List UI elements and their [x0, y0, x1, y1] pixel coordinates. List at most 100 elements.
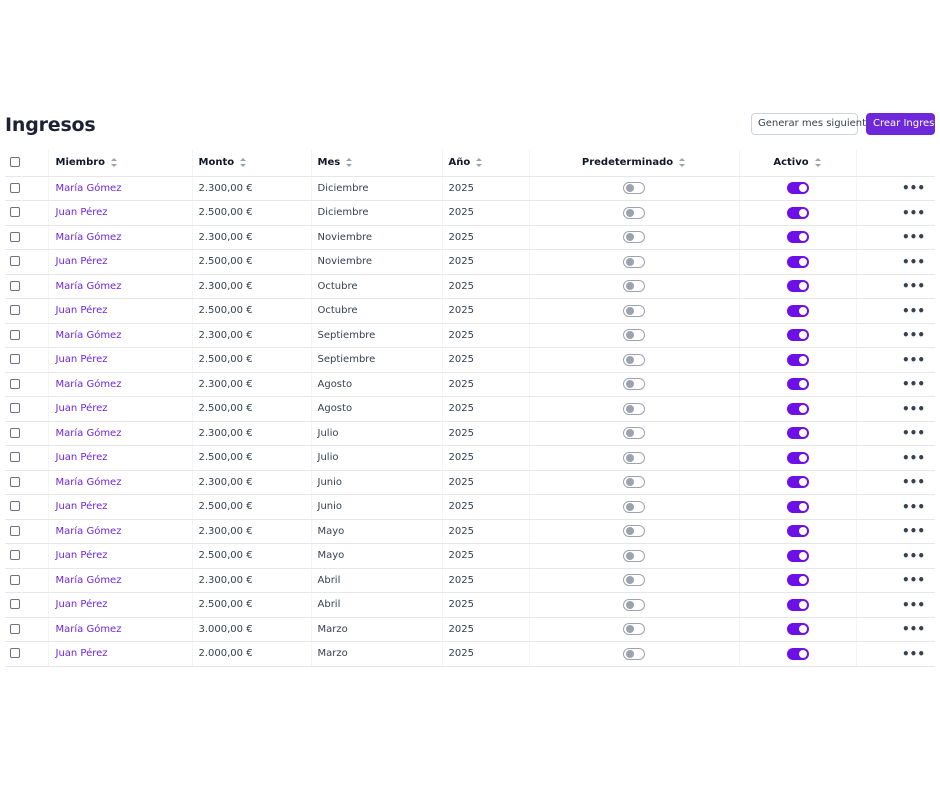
- ellipsis-icon[interactable]: •••: [902, 402, 925, 416]
- sort-icon[interactable]: [679, 157, 686, 167]
- ellipsis-icon[interactable]: •••: [902, 255, 925, 269]
- member-link[interactable]: María Gómez: [56, 330, 122, 341]
- active-toggle[interactable]: [786, 427, 809, 440]
- default-toggle[interactable]: [623, 402, 645, 415]
- row-checkbox[interactable]: [10, 599, 20, 610]
- ellipsis-icon[interactable]: •••: [902, 206, 925, 220]
- member-link[interactable]: María Gómez: [56, 477, 122, 488]
- select-all-checkbox[interactable]: [10, 157, 20, 168]
- member-link[interactable]: Juan Pérez: [56, 550, 108, 561]
- default-toggle[interactable]: [623, 280, 645, 293]
- row-checkbox[interactable]: [10, 231, 20, 242]
- create-income-button[interactable]: Crear Ingreso: [866, 113, 940, 135]
- default-toggle[interactable]: [623, 451, 645, 464]
- row-checkbox[interactable]: [10, 403, 20, 414]
- active-toggle[interactable]: [786, 476, 809, 489]
- member-link[interactable]: María Gómez: [56, 575, 122, 586]
- default-toggle[interactable]: [623, 427, 645, 440]
- active-toggle[interactable]: [786, 574, 809, 587]
- member-link[interactable]: Juan Pérez: [56, 599, 108, 610]
- row-checkbox[interactable]: [10, 182, 20, 193]
- ellipsis-icon[interactable]: •••: [902, 304, 925, 318]
- active-toggle[interactable]: [786, 549, 809, 562]
- member-link[interactable]: María Gómez: [56, 624, 122, 635]
- row-checkbox[interactable]: [10, 550, 20, 561]
- member-link[interactable]: Juan Pérez: [56, 403, 108, 414]
- active-toggle[interactable]: [786, 451, 809, 464]
- ellipsis-icon[interactable]: •••: [902, 426, 925, 440]
- ellipsis-icon[interactable]: •••: [902, 500, 925, 514]
- default-toggle[interactable]: [623, 353, 645, 366]
- ellipsis-icon[interactable]: •••: [902, 181, 925, 195]
- row-checkbox[interactable]: [10, 329, 20, 340]
- default-toggle[interactable]: [623, 476, 645, 489]
- active-toggle[interactable]: [786, 280, 809, 293]
- row-checkbox[interactable]: [10, 501, 20, 512]
- default-toggle[interactable]: [623, 206, 645, 219]
- default-toggle[interactable]: [623, 255, 645, 268]
- member-link[interactable]: María Gómez: [56, 183, 122, 194]
- column-header-month[interactable]: Mes: [310, 150, 442, 177]
- sort-icon[interactable]: [346, 157, 353, 167]
- member-link[interactable]: María Gómez: [56, 379, 122, 390]
- member-link[interactable]: María Gómez: [56, 526, 122, 537]
- ellipsis-icon[interactable]: •••: [902, 647, 925, 661]
- member-link[interactable]: Juan Pérez: [56, 256, 108, 267]
- default-toggle[interactable]: [623, 378, 645, 391]
- active-toggle[interactable]: [786, 500, 809, 513]
- sort-icon[interactable]: [111, 157, 118, 167]
- default-toggle[interactable]: [623, 598, 645, 611]
- active-toggle[interactable]: [786, 329, 809, 342]
- row-checkbox[interactable]: [10, 256, 20, 267]
- ellipsis-icon[interactable]: •••: [902, 230, 925, 244]
- default-toggle[interactable]: [623, 304, 645, 317]
- active-toggle[interactable]: [786, 623, 809, 636]
- ellipsis-icon[interactable]: •••: [902, 573, 925, 587]
- active-toggle[interactable]: [786, 231, 809, 244]
- active-toggle[interactable]: [786, 304, 809, 317]
- ellipsis-icon[interactable]: •••: [902, 377, 925, 391]
- active-toggle[interactable]: [786, 378, 809, 391]
- active-toggle[interactable]: [786, 353, 809, 366]
- row-checkbox[interactable]: [10, 280, 20, 291]
- column-header-member[interactable]: Miembro: [47, 150, 192, 177]
- row-checkbox[interactable]: [10, 207, 20, 218]
- member-link[interactable]: Juan Pérez: [56, 354, 108, 365]
- member-link[interactable]: Juan Pérez: [56, 305, 108, 316]
- member-link[interactable]: Juan Pérez: [56, 501, 108, 512]
- default-toggle[interactable]: [623, 329, 645, 342]
- active-toggle[interactable]: [786, 182, 809, 195]
- ellipsis-icon[interactable]: •••: [902, 598, 925, 612]
- ellipsis-icon[interactable]: •••: [902, 622, 925, 636]
- member-link[interactable]: María Gómez: [56, 428, 122, 439]
- default-toggle[interactable]: [623, 623, 645, 636]
- row-checkbox[interactable]: [10, 648, 20, 659]
- member-link[interactable]: María Gómez: [56, 281, 122, 292]
- row-checkbox[interactable]: [10, 452, 20, 463]
- default-toggle[interactable]: [623, 525, 645, 538]
- column-header-year[interactable]: Año: [441, 150, 529, 177]
- active-toggle[interactable]: [786, 402, 809, 415]
- sort-icon[interactable]: [240, 157, 247, 167]
- row-checkbox[interactable]: [10, 574, 20, 585]
- default-toggle[interactable]: [623, 500, 645, 513]
- ellipsis-icon[interactable]: •••: [902, 451, 925, 465]
- generate-next-month-button[interactable]: Generar mes siguiente: [751, 113, 872, 135]
- active-toggle[interactable]: [786, 255, 809, 268]
- row-checkbox[interactable]: [10, 354, 20, 365]
- sort-icon[interactable]: [814, 157, 822, 167]
- ellipsis-icon[interactable]: •••: [902, 279, 925, 293]
- default-toggle[interactable]: [623, 182, 645, 195]
- column-header-active[interactable]: Activo: [738, 150, 856, 177]
- active-toggle[interactable]: [786, 647, 809, 660]
- row-checkbox[interactable]: [10, 525, 20, 536]
- member-link[interactable]: Juan Pérez: [56, 648, 108, 659]
- active-toggle[interactable]: [786, 206, 809, 219]
- member-link[interactable]: María Gómez: [56, 232, 122, 243]
- active-toggle[interactable]: [786, 525, 809, 538]
- default-toggle[interactable]: [623, 647, 645, 660]
- row-checkbox[interactable]: [10, 305, 20, 316]
- column-header-default[interactable]: Predeterminado: [528, 150, 739, 177]
- row-checkbox[interactable]: [10, 623, 20, 634]
- ellipsis-icon[interactable]: •••: [902, 549, 925, 563]
